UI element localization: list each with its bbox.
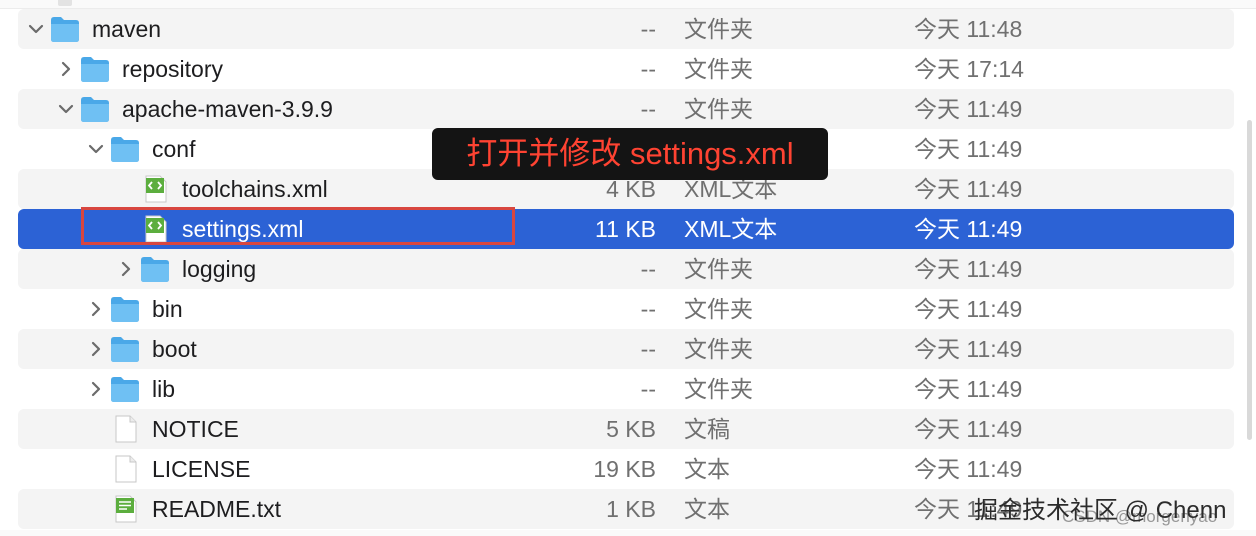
list-item-notice[interactable]: NOTICE 5 KB 文稿 今天 11:49	[18, 409, 1234, 449]
document-icon	[110, 415, 140, 443]
file-kind: 文件夹	[684, 16, 753, 42]
xml-file-icon	[140, 175, 170, 203]
folder-icon	[110, 335, 140, 363]
file-date: 今天 11:49	[914, 376, 1023, 402]
file-name: conf	[152, 136, 196, 162]
list-item-logging[interactable]: logging -- 文件夹 今天 11:49	[18, 249, 1234, 289]
chevron-right-icon[interactable]	[88, 381, 104, 397]
folder-icon	[110, 135, 140, 163]
file-kind: 文本	[684, 456, 730, 482]
file-kind: 文件夹	[684, 256, 753, 282]
chevron-down-icon[interactable]	[58, 101, 74, 117]
list-item-bin[interactable]: bin -- 文件夹 今天 11:49	[18, 289, 1234, 329]
chevron-down-icon[interactable]	[28, 21, 44, 37]
file-size: 19 KB	[593, 456, 656, 482]
folder-icon	[110, 295, 140, 323]
file-date: 今天 11:49	[914, 416, 1023, 442]
file-size: --	[640, 256, 656, 282]
file-size: --	[640, 56, 656, 82]
file-name: README.txt	[152, 496, 282, 522]
file-size: --	[640, 376, 656, 402]
next-row-sliver	[0, 530, 1256, 536]
text-file-icon	[110, 495, 140, 523]
file-name: bin	[152, 296, 183, 322]
folder-icon	[110, 375, 140, 403]
file-size: 1 KB	[606, 496, 656, 522]
document-icon	[110, 455, 140, 483]
folder-icon	[50, 15, 80, 43]
file-name: maven	[92, 16, 162, 42]
file-kind: 文稿	[684, 416, 730, 442]
watermark-primary: 掘金技术社区 @ Chenn	[974, 497, 1227, 524]
folder-icon	[80, 95, 110, 123]
file-size: 11 KB	[595, 216, 656, 242]
list-item-lib[interactable]: lib -- 文件夹 今天 11:49	[18, 369, 1234, 409]
file-date: 今天 11:48	[914, 16, 1023, 42]
list-item-maven[interactable]: maven -- 文件夹 今天 11:48	[18, 9, 1234, 49]
folder-icon	[80, 55, 110, 83]
annotation-callout: 打开并修改 settings.xml	[432, 128, 828, 180]
file-date: 今天 11:49	[914, 96, 1023, 122]
file-name: LICENSE	[152, 456, 251, 482]
partial-row-icon	[58, 0, 72, 6]
file-size: --	[640, 16, 656, 42]
file-date: 今天 11:49	[914, 256, 1023, 282]
file-date: 今天 17:14	[914, 56, 1024, 82]
file-date: 今天 11:49	[914, 136, 1023, 162]
file-kind: XML文本	[684, 216, 778, 242]
file-kind: 文件夹	[684, 376, 753, 402]
file-name: toolchains.xml	[182, 176, 328, 202]
scrollbar[interactable]	[1247, 120, 1252, 440]
previous-row-sliver	[0, 0, 1256, 9]
file-name: NOTICE	[152, 416, 239, 442]
file-date: 今天 11:49	[914, 296, 1023, 322]
file-name: repository	[122, 56, 223, 82]
file-size: --	[640, 296, 656, 322]
file-size: --	[640, 96, 656, 122]
file-date: 今天 11:49	[914, 336, 1023, 362]
file-size: --	[640, 336, 656, 362]
chevron-right-icon[interactable]	[88, 301, 104, 317]
chevron-right-icon[interactable]	[118, 261, 134, 277]
file-date: 今天 11:49	[914, 216, 1023, 242]
file-name: logging	[182, 256, 257, 282]
chevron-down-icon[interactable]	[88, 141, 104, 157]
list-item-boot[interactable]: boot -- 文件夹 今天 11:49	[18, 329, 1234, 369]
list-item-license[interactable]: LICENSE 19 KB 文本 今天 11:49	[18, 449, 1234, 489]
settings-highlight-box	[81, 207, 515, 245]
chevron-right-icon[interactable]	[88, 341, 104, 357]
file-date: 今天 11:49	[914, 176, 1023, 202]
list-item-apache-maven[interactable]: apache-maven-3.9.9 -- 文件夹 今天 11:49	[18, 89, 1234, 129]
list-item-repository[interactable]: repository -- 文件夹 今天 17:14	[18, 49, 1234, 89]
folder-icon	[140, 255, 170, 283]
file-kind: 文件夹	[684, 336, 753, 362]
file-date: 今天 11:49	[914, 456, 1023, 482]
file-kind: 文本	[684, 496, 730, 522]
file-name: lib	[152, 376, 176, 402]
file-kind: 文件夹	[684, 56, 753, 82]
chevron-right-icon[interactable]	[58, 61, 74, 77]
file-name: boot	[152, 336, 197, 362]
file-kind: 文件夹	[684, 96, 753, 122]
file-name: apache-maven-3.9.9	[122, 96, 333, 122]
file-kind: 文件夹	[684, 296, 753, 322]
file-size: 5 KB	[606, 416, 656, 442]
